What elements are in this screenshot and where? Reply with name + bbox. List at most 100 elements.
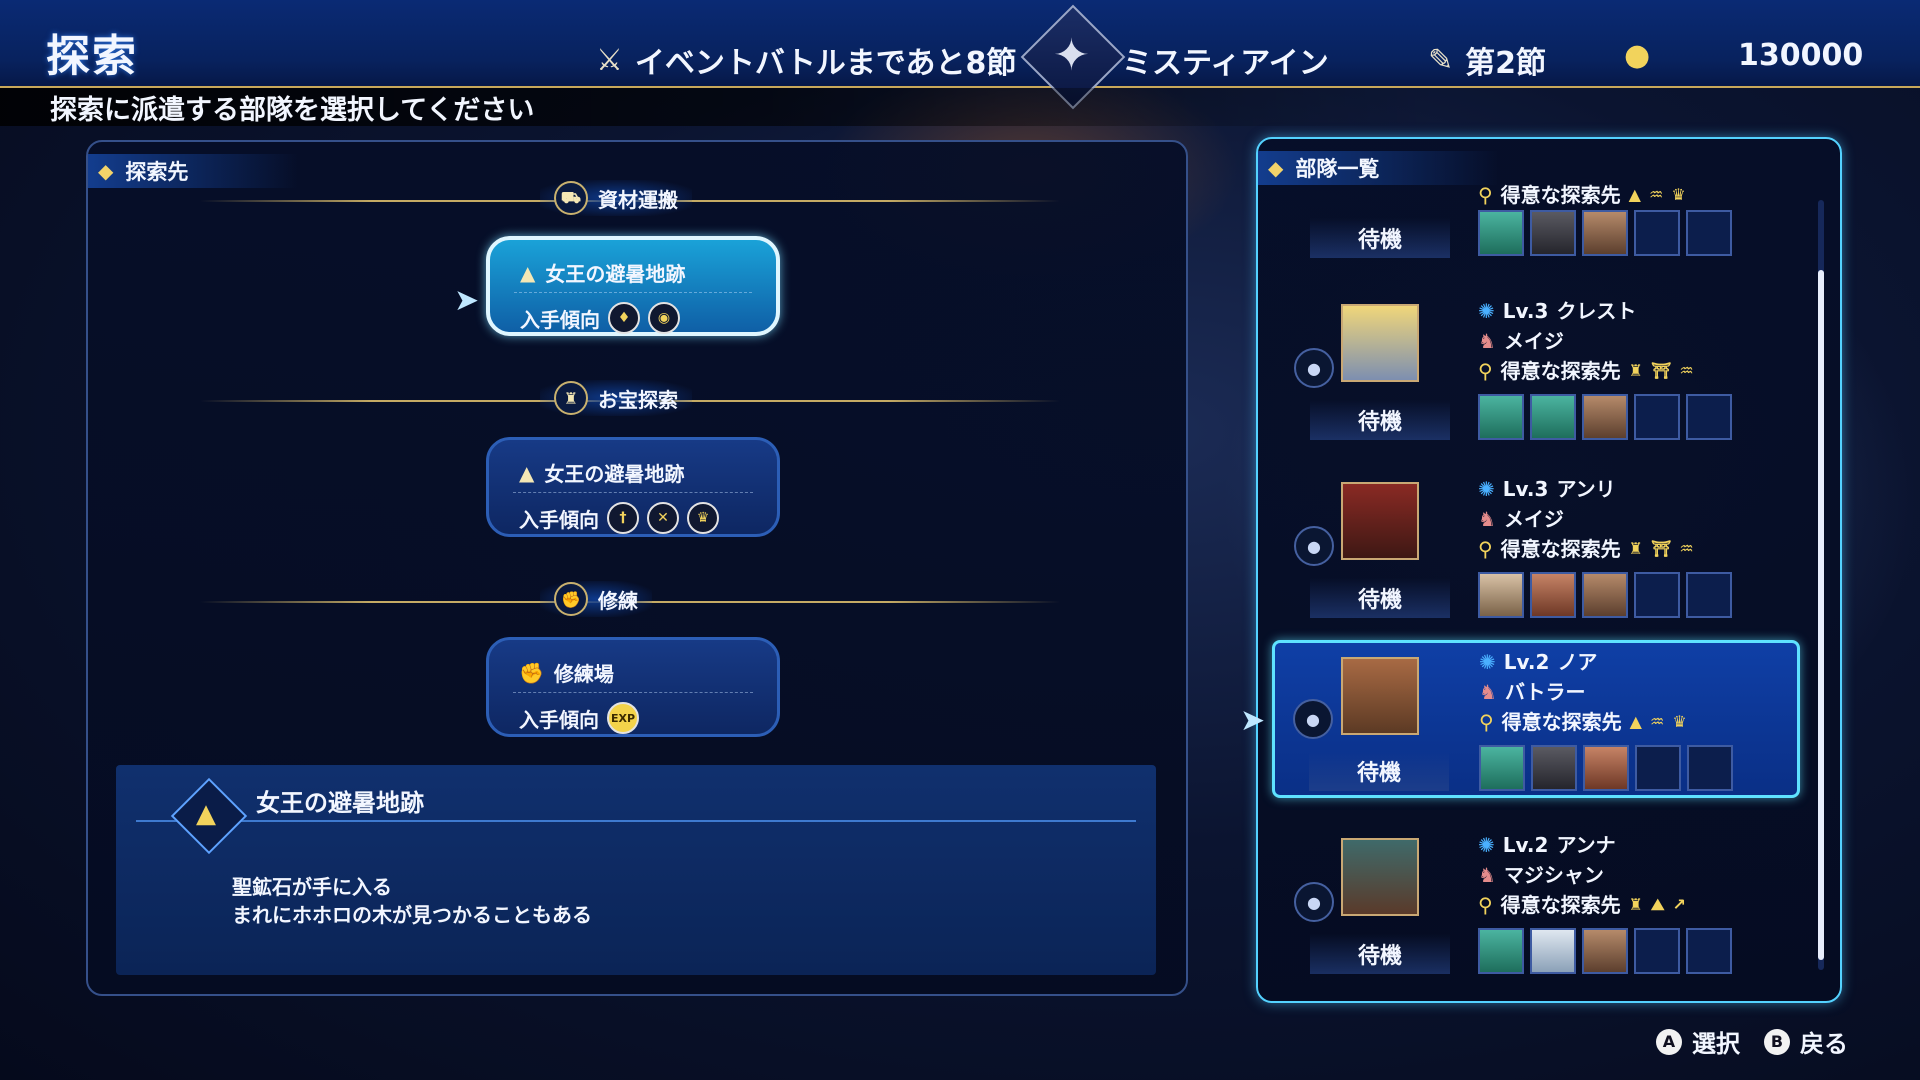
- muscle-arm-icon: ✊: [519, 660, 544, 685]
- destination-name-text: 女王の避暑地跡: [545, 262, 686, 286]
- trend-label: 入手傾向: [519, 707, 599, 732]
- shrine-icon: ⛩: [1651, 361, 1672, 380]
- event-countdown-text: イベントバトルまであと8節: [634, 46, 1017, 81]
- team-class: メイジ: [1503, 329, 1564, 353]
- member-portrait: [1530, 210, 1576, 256]
- team-status: 待機: [1310, 578, 1450, 618]
- scrollbar-thumb[interactable]: [1818, 270, 1824, 960]
- team-status: 待機: [1309, 751, 1449, 791]
- description-line: 聖鉱石が手に入る: [232, 875, 392, 899]
- empty-slot: [1687, 745, 1733, 791]
- location-pin-icon: ⚲: [1478, 183, 1493, 207]
- member-portrait: [1530, 394, 1576, 440]
- empty-slot: [1634, 394, 1680, 440]
- team-leader-name: ノア: [1557, 650, 1598, 674]
- armor-icon: ♛: [687, 502, 719, 534]
- member-portrait: [1583, 745, 1629, 791]
- horn-icon: ♒: [1679, 539, 1694, 558]
- skill-row: ⚲ 得意な探索先 ♜ ⛰ ↗: [1478, 890, 1686, 920]
- category-label-text: 修練: [598, 588, 638, 613]
- back-hint[interactable]: B 戻る: [1764, 1024, 1848, 1059]
- crown-icon: ♛: [1671, 185, 1686, 204]
- level-row: ✺ Lv.2 アンナ: [1478, 830, 1686, 860]
- card-divider: [514, 292, 752, 293]
- team-status: 待機: [1310, 218, 1450, 258]
- destination-name: ▲ 女王の避暑地跡: [519, 458, 684, 487]
- destination-card-ruins-materials[interactable]: ▲ 女王の避暑地跡 入手傾向 ♦ ◉: [486, 236, 780, 336]
- pyramid-icon: ▲: [520, 260, 536, 285]
- leader-portrait: [1341, 657, 1419, 735]
- category-label-text: お宝探索: [598, 387, 678, 412]
- class-row: ♞ メイジ: [1478, 326, 1694, 356]
- team-leader-name: アンリ: [1556, 477, 1616, 501]
- team-list-label: 部隊一覧: [1295, 157, 1380, 181]
- team-row-partial[interactable]: ⚲ 得意な探索先 ▲ ♒ ♛ 待機: [1276, 180, 1796, 260]
- class-row: ♞ マジシャン: [1478, 860, 1686, 890]
- category-header-materials: ⛟ 資材運搬: [200, 180, 1060, 220]
- select-hint[interactable]: A 選択: [1656, 1024, 1740, 1059]
- destination-card-ruins-treasure[interactable]: ▲ 女王の避暑地跡 入手傾向 † ✕ ♛: [486, 437, 780, 537]
- team-row-crest[interactable]: ● 待機 ✺ Lv.3 クレスト ♞ メイジ ⚲ 得意な探索先 ♜ ⛩ ♒: [1276, 296, 1796, 446]
- trend-label: 入手傾向: [519, 507, 599, 532]
- cart-icon: ⛟: [554, 181, 588, 215]
- treasure-bag-icon: ♜: [554, 381, 588, 415]
- member-portrait: [1478, 210, 1524, 256]
- team-row-anri[interactable]: ● 待機 ✺ Lv.3 アンリ ♞ メイジ ⚲ 得意な探索先 ♜ ⛩ ♒: [1276, 474, 1796, 624]
- trend-row: 入手傾向 ♦ ◉: [520, 302, 680, 334]
- leader-portrait: [1341, 482, 1419, 560]
- team-info: ✺ Lv.3 クレスト ♞ メイジ ⚲ 得意な探索先 ♜ ⛩ ♒: [1478, 296, 1694, 386]
- faction-name-text: ミスティアイン: [1122, 46, 1329, 81]
- member-portrait: [1479, 745, 1525, 791]
- crest-emblem-glyph: ✦: [1053, 30, 1090, 81]
- muscle-arm-icon: ✊: [554, 582, 588, 616]
- empty-slot: [1634, 210, 1680, 256]
- description-divider: [136, 820, 1136, 822]
- team-info: ✺ Lv.2 ノア ♞ バトラー ⚲ 得意な探索先 ▲ ♒ ♛: [1479, 647, 1687, 737]
- level-row: ✺ Lv.3 クレスト: [1478, 296, 1694, 326]
- member-portrait: [1582, 572, 1628, 618]
- event-countdown: ⚔ イベントバトルまであと8節: [596, 38, 1016, 82]
- lock-icon: ●: [1294, 348, 1334, 388]
- member-portrait: [1582, 394, 1628, 440]
- turn-counter-text: 第2節: [1465, 46, 1547, 81]
- member-portrait: [1530, 572, 1576, 618]
- team-row-noah[interactable]: ● 待機 ✺ Lv.2 ノア ♞ バトラー ⚲ 得意な探索先 ▲ ♒ ♛: [1272, 640, 1800, 798]
- category-header-training: ✊ 修練: [200, 581, 1060, 621]
- team-status: 待機: [1310, 934, 1450, 974]
- castle-icon: ♜: [1628, 361, 1643, 380]
- description-line: まれにホホロの木が見つかることもある: [232, 903, 592, 927]
- team-row-anna[interactable]: ● 待機 ✺ Lv.2 アンナ ♞ マジシャン ⚲ 得意な探索先 ♜ ⛰ ↗: [1276, 830, 1796, 980]
- location-pin-icon: ⚲: [1478, 537, 1493, 561]
- horn-icon: ♒: [1648, 185, 1664, 204]
- selection-arrow-icon: ➤: [1240, 703, 1266, 738]
- skill-label: 得意な探索先: [1500, 537, 1621, 561]
- skill-row: ⚲ 得意な探索先 ♜ ⛩ ♒: [1478, 534, 1694, 564]
- gold-amount-text: 130000: [1738, 38, 1864, 73]
- member-portrait: [1478, 394, 1524, 440]
- category-label-text: 資材運搬: [598, 187, 678, 212]
- scroll-icon: ✎: [1428, 42, 1454, 78]
- skill-row: ⚲ 得意な探索先 ▲ ♒ ♛: [1478, 180, 1686, 210]
- destination-card-training-ground[interactable]: ✊ 修練場 入手傾向 EXP: [486, 637, 780, 737]
- trend-label: 入手傾向: [520, 307, 600, 332]
- crossed-swords-icon: ⚔: [596, 42, 623, 78]
- pyramid-icon: ▲: [1629, 712, 1642, 731]
- coin-stack-icon: ●: [1624, 38, 1651, 73]
- skill-label: 得意な探索先: [1501, 710, 1622, 734]
- location-pin-icon: ⚲: [1478, 359, 1493, 383]
- dagger-icon: ✕: [647, 502, 679, 534]
- gold-counter: ●: [1624, 38, 1650, 73]
- member-portrait: [1582, 210, 1628, 256]
- leader-portrait: [1341, 304, 1419, 382]
- location-pin-icon: ⚲: [1479, 710, 1494, 734]
- level-gem-icon: ✺: [1478, 477, 1495, 501]
- card-divider: [513, 692, 753, 693]
- empty-slot: [1686, 572, 1732, 618]
- page-title: 探索: [46, 31, 138, 82]
- skill-row: ⚲ 得意な探索先 ♜ ⛩ ♒: [1478, 356, 1694, 386]
- team-info: ⚲ 得意な探索先 ▲ ♒ ♛: [1478, 180, 1686, 210]
- team-level: Lv.2: [1502, 833, 1549, 857]
- team-level: Lv.2: [1503, 650, 1550, 674]
- member-portrait: [1582, 928, 1628, 974]
- skill-row: ⚲ 得意な探索先 ▲ ♒ ♛: [1479, 707, 1687, 737]
